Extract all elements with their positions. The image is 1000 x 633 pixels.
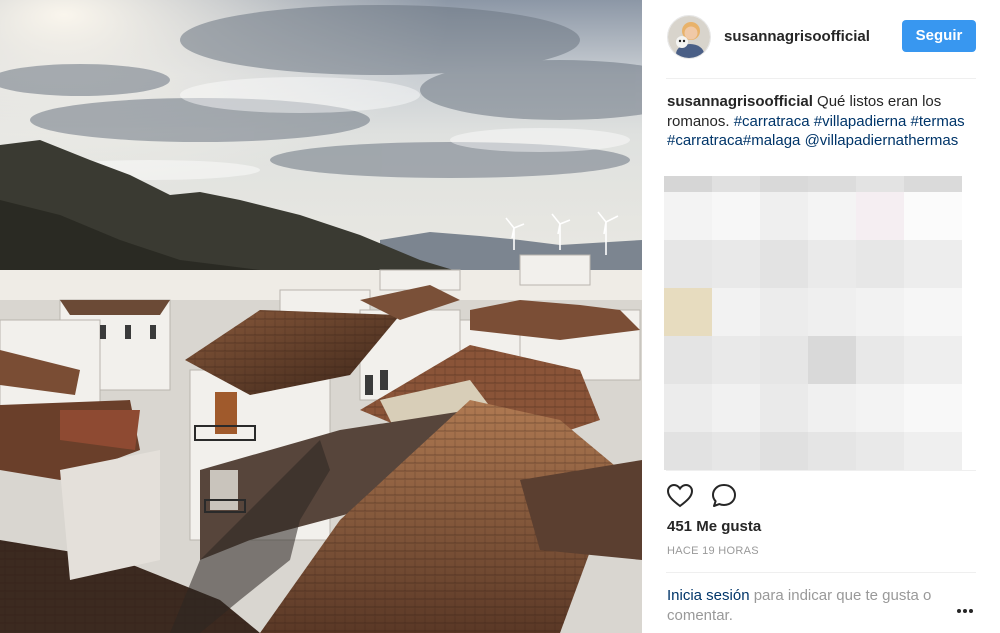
hashtag-link[interactable]: #termas: [911, 113, 965, 130]
likes-count[interactable]: 451 Me gusta: [667, 518, 761, 535]
divider: [666, 78, 976, 79]
avatar-image: [668, 16, 710, 58]
instagram-post: susannagrisoofficial Seguir susannagriso…: [0, 0, 1000, 633]
pixelated-comments-area: [664, 176, 962, 470]
login-prompt: Inicia sesión para indicar que te gusta …: [667, 586, 957, 626]
post-timestamp[interactable]: HACE 19 HORAS: [667, 545, 759, 557]
divider: [666, 470, 976, 471]
like-button[interactable]: [666, 482, 694, 510]
follow-button[interactable]: Seguir: [902, 20, 976, 52]
more-options-icon: [957, 609, 973, 613]
caption-username[interactable]: susannagrisoofficial: [667, 93, 813, 110]
post-caption: susannagrisoofficial Qué listos eran los…: [667, 92, 967, 151]
hashtag-link[interactable]: #villapadierna: [814, 113, 907, 130]
hashtag-link[interactable]: #carratraca#malaga: [667, 132, 800, 149]
heart-icon: [666, 483, 694, 508]
comment-button[interactable]: [710, 482, 738, 510]
login-link[interactable]: Inicia sesión: [667, 587, 750, 604]
more-options-button[interactable]: [955, 604, 975, 618]
mention-link[interactable]: @villapadiernathermas: [805, 132, 959, 149]
post-photo[interactable]: [0, 0, 642, 633]
post-username[interactable]: susannagrisoofficial: [724, 28, 870, 45]
avatar[interactable]: [667, 15, 711, 59]
pixelated-content: [664, 176, 962, 470]
post-sidebar: susannagrisoofficial Seguir susannagriso…: [642, 0, 1000, 633]
village-rooftops-image: [0, 0, 642, 633]
divider: [666, 572, 976, 573]
post-header: susannagrisoofficial Seguir: [642, 0, 1000, 78]
comment-icon: [712, 484, 736, 507]
hashtag-link[interactable]: #carratraca: [734, 113, 810, 130]
